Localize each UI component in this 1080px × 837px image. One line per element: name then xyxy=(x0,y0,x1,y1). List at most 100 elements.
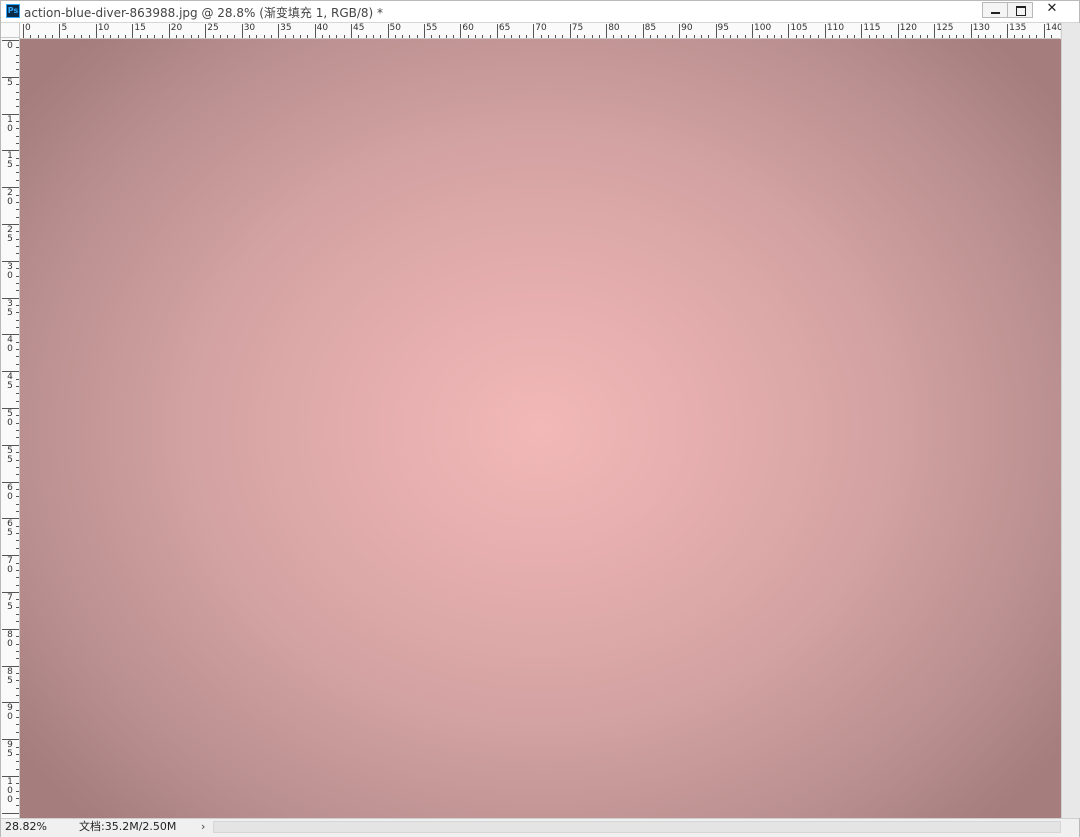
close-button[interactable]: ✕ xyxy=(1032,2,1072,18)
ruler-label-x: 80 xyxy=(608,23,620,33)
horizontal-ruler[interactable]: 0 5 10 15 20 25 30 35 40 45 50 55 60 65 70 75 80 85 90 95 10… xyxy=(20,23,1063,39)
ruler-tick xyxy=(598,35,600,38)
ruler-tick xyxy=(161,35,163,38)
ruler-tick xyxy=(16,547,19,549)
status-menu-arrow[interactable]: › xyxy=(201,820,205,834)
ruler-label-y: 75 xyxy=(7,593,13,612)
minimize-icon xyxy=(991,12,1000,14)
ruler-tick xyxy=(81,35,83,38)
ruler-tick xyxy=(16,746,19,748)
ruler-tick xyxy=(16,231,19,233)
document-window: Ps action-blue-diver-863988.jpg @ 28.8% … xyxy=(0,0,1080,837)
document-size-info[interactable]: 文档:35.2M/2.50M xyxy=(79,820,176,834)
ruler-label-y: 30 xyxy=(7,261,13,281)
ruler-tick xyxy=(948,35,950,38)
ruler-label-y: 90 xyxy=(7,703,13,723)
ruler-tick xyxy=(16,135,19,137)
ruler-tick xyxy=(16,378,19,380)
ruler-tick xyxy=(839,35,841,38)
ruler-label-x: 30 xyxy=(243,23,256,33)
ruler-tick xyxy=(773,35,775,38)
ruler-tick xyxy=(518,35,520,38)
ruler-tick xyxy=(963,35,965,38)
ruler-tick xyxy=(16,201,19,203)
ruler-origin[interactable] xyxy=(1,23,20,38)
ruler-label-y: 10 xyxy=(7,114,13,134)
ruler-label-x: 120 xyxy=(899,23,917,33)
ruler-tick xyxy=(16,614,19,616)
ruler-label-y: 25 xyxy=(7,225,13,244)
ruler-tick xyxy=(752,24,753,38)
ruler-label-x: 85 xyxy=(644,23,657,33)
ruler-tick xyxy=(810,35,812,38)
ruler-tick xyxy=(314,24,316,38)
ruler-tick xyxy=(540,35,542,38)
ruler-tick xyxy=(16,709,19,711)
ruler-tick xyxy=(905,35,907,38)
title-bar[interactable]: Ps action-blue-diver-863988.jpg @ 28.8% … xyxy=(1,1,1079,23)
ruler-label-y: 40 xyxy=(7,335,13,355)
maximize-button[interactable] xyxy=(1007,2,1033,18)
ruler-tick xyxy=(292,35,294,38)
ruler-tick xyxy=(16,798,19,800)
ruler-tick xyxy=(16,430,19,432)
ruler-tick xyxy=(16,488,19,490)
maximize-icon xyxy=(1016,6,1026,16)
ruler-tick xyxy=(16,47,19,49)
ruler-tick xyxy=(212,35,214,38)
ruler-tick xyxy=(132,24,134,38)
ruler-tick xyxy=(16,91,19,93)
ruler-label-y: 20 xyxy=(7,188,13,208)
ruler-tick xyxy=(16,731,19,733)
ruler-label-x: 50 xyxy=(389,23,401,33)
ruler-tick xyxy=(16,672,19,674)
ruler-tick xyxy=(16,533,19,535)
ruler-label-y: 85 xyxy=(7,666,13,686)
ruler-label-x: 95 xyxy=(717,23,729,33)
ruler-tick xyxy=(16,562,19,564)
ruler-label-x: 60 xyxy=(462,23,474,33)
ruler-tick xyxy=(474,35,476,38)
ruler-tick xyxy=(846,35,848,38)
ruler-tick xyxy=(16,253,19,255)
ruler-tick xyxy=(372,35,374,38)
ruler-tick xyxy=(526,35,527,38)
ruler-tick xyxy=(926,35,928,38)
vertical-ruler[interactable]: 0 5 10 15 20 25 30 35 40 45 50 55 60 65 70 75 80 85 90 95 10… xyxy=(1,38,20,818)
horizontal-scrollbar[interactable] xyxy=(213,821,1061,833)
ruler-label-x: 100 xyxy=(754,23,772,33)
ruler-tick xyxy=(95,24,97,38)
vertical-scrollbar[interactable] xyxy=(1061,23,1080,818)
ruler-tick xyxy=(912,35,914,38)
ruler-tick xyxy=(577,35,579,38)
ruler-tick xyxy=(74,35,76,38)
ruler-tick xyxy=(854,35,856,38)
ruler-label-x: 45 xyxy=(353,23,365,33)
ruler-tick xyxy=(16,172,19,174)
ruler-tick xyxy=(722,35,724,38)
ruler-tick xyxy=(146,35,148,38)
ruler-tick xyxy=(679,24,681,38)
ruler-tick xyxy=(438,35,440,38)
ruler-tick xyxy=(649,35,651,38)
zoom-level-field[interactable]: 28.82% xyxy=(5,820,49,834)
ruler-label-x: 5 xyxy=(61,23,68,33)
ruler-tick xyxy=(883,35,885,38)
ruler-tick xyxy=(16,650,19,652)
ruler-tick xyxy=(657,35,659,38)
ruler-tick xyxy=(117,35,119,38)
ruler-tick xyxy=(16,643,19,645)
document-canvas[interactable] xyxy=(20,39,1061,818)
ruler-label-x: 15 xyxy=(134,23,146,33)
ruler-label-x: 115 xyxy=(863,23,881,33)
ruler-tick xyxy=(329,35,331,38)
ruler-tick xyxy=(16,783,19,785)
ruler-tick xyxy=(16,363,19,365)
minimize-button[interactable] xyxy=(982,2,1008,18)
ruler-tick xyxy=(700,35,702,38)
ruler-tick xyxy=(759,35,761,38)
ruler-tick xyxy=(1014,35,1016,38)
ruler-tick xyxy=(16,437,19,439)
ruler-tick xyxy=(16,282,19,284)
ruler-tick xyxy=(708,35,710,38)
